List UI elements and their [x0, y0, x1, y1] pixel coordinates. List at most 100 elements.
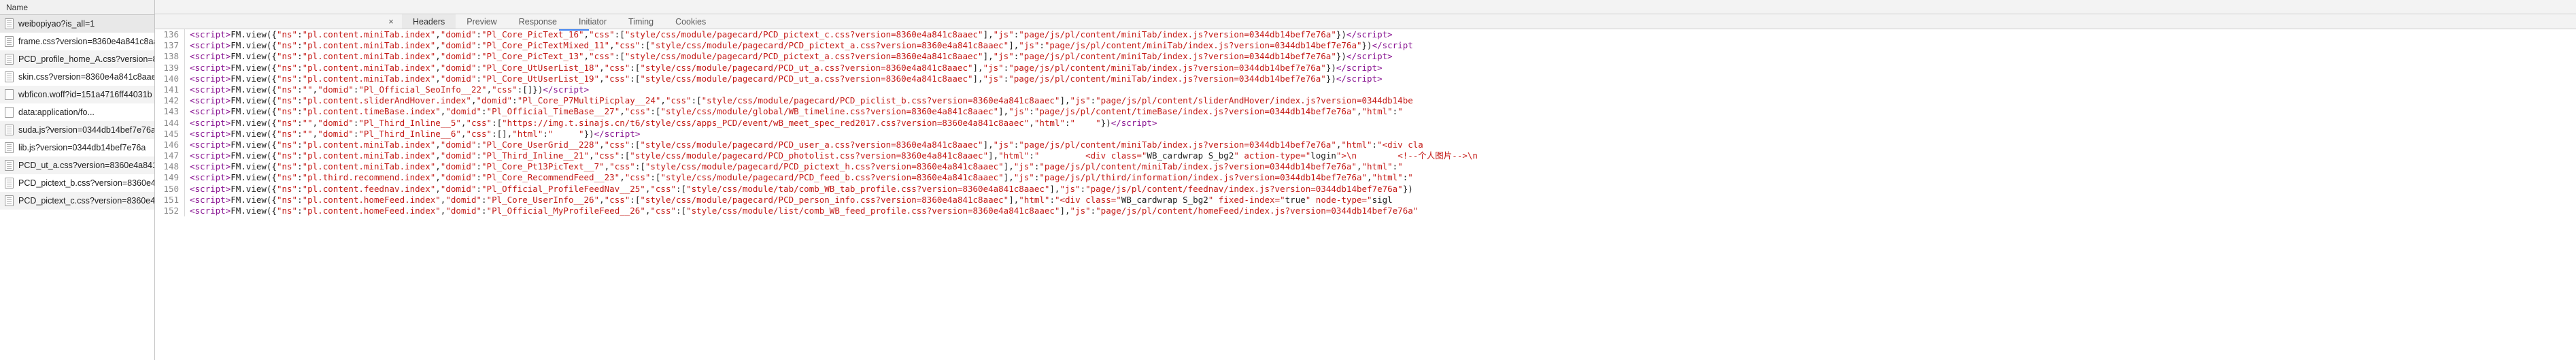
line-number: 147 [155, 150, 185, 162]
font-icon [5, 107, 14, 118]
code-line: 136 <script>FM.view({"ns":"pl.content.min… [155, 29, 2576, 41]
line-content: <script>FM.view({"ns":"pl.content.miniTa… [190, 161, 1403, 172]
document-icon [5, 195, 14, 206]
document-icon [5, 178, 14, 189]
line-content: <script>FM.view({"ns":"","domid":"Pl_Off… [190, 84, 590, 95]
code-line: 148 <script>FM.view({"ns":"pl.content.min… [155, 161, 2576, 173]
line-content: <script>FM.view({"ns":"pl.content.miniTa… [190, 73, 1383, 84]
line-content: <script>FM.view({"ns":"","domid":"Pl_Thi… [190, 117, 1157, 128]
line-number: 139 [155, 62, 185, 73]
line-content: <script>FM.view({"ns":"pl.content.homeFe… [190, 194, 1393, 205]
line-content: <script>FM.view({"ns":"pl.content.miniTa… [190, 51, 1393, 62]
response-code-view[interactable]: 136 <script>FM.view({"ns":"pl.content.min… [155, 29, 2576, 360]
line-number: 150 [155, 183, 185, 195]
request-name: data:application/fo... [18, 108, 95, 117]
request-name: suda.js?version=0344db14bef7e76a [18, 125, 154, 135]
line-content: <script>FM.view({"ns":"pl.content.slider… [190, 95, 1413, 106]
tab-timing[interactable]: Timing [617, 14, 664, 29]
request-row[interactable]: wbficon.woff?id=151a4716ff44031b [0, 86, 154, 103]
request-row[interactable]: PCD_ut_a.css?version=8360e4a841c8aaec [0, 157, 154, 174]
code-line: 138 <script>FM.view({"ns":"pl.content.min… [155, 51, 2576, 63]
request-row[interactable]: skin.css?version=8360e4a841c8aaec [0, 68, 154, 86]
request-rows[interactable]: weibopiyao?is_all=1 frame.css?version=836… [0, 15, 154, 360]
request-row[interactable]: lib.js?version=0344db14bef7e76a [0, 139, 154, 157]
request-list-header[interactable]: Name [0, 0, 154, 15]
line-number: 145 [155, 128, 185, 140]
code-line: 151 <script>FM.view({"ns":"pl.content.hom… [155, 194, 2576, 206]
line-number: 146 [155, 139, 185, 151]
request-row[interactable]: PCD_pictext_c.css?version=8360e4a841c8aa [0, 192, 154, 210]
tab-cookies[interactable]: Cookies [664, 14, 717, 29]
code-line: 140 <script>FM.view({"ns":"pl.content.min… [155, 73, 2576, 84]
line-content: <script>FM.view({"ns":"pl.content.miniTa… [190, 40, 1413, 51]
document-icon [5, 125, 14, 135]
detail-tab-bar[interactable]: × Headers Preview Response Initiator Timing C… [155, 14, 2576, 29]
request-name: lib.js?version=0344db14bef7e76a [18, 143, 146, 152]
line-content: <script>FM.view({"ns":"pl.content.miniTa… [190, 150, 1478, 161]
request-row[interactable]: PCD_pictext_b.css?version=8360e4a841c8aa [0, 174, 154, 192]
code-line: 146 <script>FM.view({"ns":"pl.content.min… [155, 139, 2576, 151]
line-number: 138 [155, 51, 185, 63]
tab-response[interactable]: Response [508, 14, 568, 29]
request-name: PCD_pictext_b.css?version=8360e4a841c8aa [18, 178, 154, 188]
request-name: PCD_ut_a.css?version=8360e4a841c8aaec [18, 161, 154, 170]
code-line: 143 <script>FM.view({"ns":"pl.content.tim… [155, 106, 2576, 118]
request-name: PCD_profile_home_A.css?version=8360e4a8 [18, 54, 154, 64]
line-content: <script>FM.view({"ns":"pl.content.miniTa… [190, 139, 1423, 150]
line-content: <script>FM.view({"ns":"","domid":"Pl_Thi… [190, 128, 641, 139]
line-content: <script>FM.view({"ns":"pl.content.miniTa… [190, 29, 1393, 39]
line-number: 140 [155, 73, 185, 84]
document-icon [5, 142, 14, 153]
request-row[interactable]: suda.js?version=0344db14bef7e76a [0, 121, 154, 139]
document-icon [5, 54, 14, 65]
font-icon [5, 89, 14, 100]
devtools-network-panel: Name weibopiyao?is_all=1 frame.css?versio… [0, 0, 2576, 360]
line-content: <script>FM.view({"ns":"pl.content.timeBa… [190, 106, 1403, 117]
request-name: skin.css?version=8360e4a841c8aaec [18, 72, 154, 82]
code-line: 141 <script>FM.view({"ns":"","domid":"Pl_… [155, 84, 2576, 96]
line-content: <script>FM.view({"ns":"pl.third.recommen… [190, 172, 1413, 183]
document-icon [5, 18, 14, 29]
line-number: 148 [155, 161, 185, 173]
line-number: 141 [155, 84, 185, 96]
line-content: <script>FM.view({"ns":"pl.content.homeFe… [190, 206, 1419, 216]
request-row[interactable]: data:application/fo... [0, 103, 154, 121]
document-icon [5, 36, 14, 47]
request-row[interactable]: weibopiyao?is_all=1 [0, 15, 154, 33]
tab-initiator[interactable]: Initiator [568, 14, 617, 29]
text-caret [559, 29, 589, 31]
line-number: 136 [155, 29, 185, 41]
code-line: 137 <script>FM.view({"ns":"pl.content.min… [155, 40, 2576, 52]
close-icon[interactable]: × [381, 14, 402, 29]
code-line: 147 <script>FM.view({"ns":"pl.content.min… [155, 150, 2576, 162]
tab-headers[interactable]: Headers [402, 14, 456, 29]
code-line: 152 <script>FM.view({"ns":"pl.content.hom… [155, 206, 2576, 217]
request-name: frame.css?version=8360e4a841c8aaec [18, 37, 154, 46]
request-row[interactable]: PCD_profile_home_A.css?version=8360e4a8 [0, 50, 154, 68]
line-content: <script>FM.view({"ns":"pl.content.feedna… [190, 183, 1413, 194]
line-number: 142 [155, 95, 185, 107]
request-detail-panel: × Headers Preview Response Initiator Timing C… [155, 0, 2576, 360]
code-line: 145 <script>FM.view({"ns":"","domid":"Pl_… [155, 128, 2576, 140]
line-number: 144 [155, 117, 185, 129]
column-header-name: Name [6, 2, 29, 12]
request-name: wbficon.woff?id=151a4716ff44031b [18, 90, 152, 99]
line-number: 149 [155, 172, 185, 184]
request-name: weibopiyao?is_all=1 [18, 19, 95, 29]
line-number: 137 [155, 40, 185, 52]
tab-preview[interactable]: Preview [456, 14, 507, 29]
line-number: 143 [155, 106, 185, 118]
code-line: 150 <script>FM.view({"ns":"pl.content.fee… [155, 183, 2576, 195]
document-icon [5, 71, 14, 82]
line-number: 152 [155, 206, 185, 217]
code-line: 142 <script>FM.view({"ns":"pl.content.sli… [155, 95, 2576, 107]
line-number: 151 [155, 194, 185, 206]
document-icon [5, 160, 14, 171]
line-content: <script>FM.view({"ns":"pl.content.miniTa… [190, 62, 1383, 73]
detail-toolbar [155, 0, 2576, 14]
code-line: 144 <script>FM.view({"ns":"","domid":"Pl_… [155, 117, 2576, 129]
code-lines: 136 <script>FM.view({"ns":"pl.content.min… [155, 29, 2576, 217]
code-line: 139 <script>FM.view({"ns":"pl.content.min… [155, 62, 2576, 73]
code-line: 149 <script>FM.view({"ns":"pl.third.recom… [155, 172, 2576, 184]
request-row[interactable]: frame.css?version=8360e4a841c8aaec [0, 33, 154, 50]
